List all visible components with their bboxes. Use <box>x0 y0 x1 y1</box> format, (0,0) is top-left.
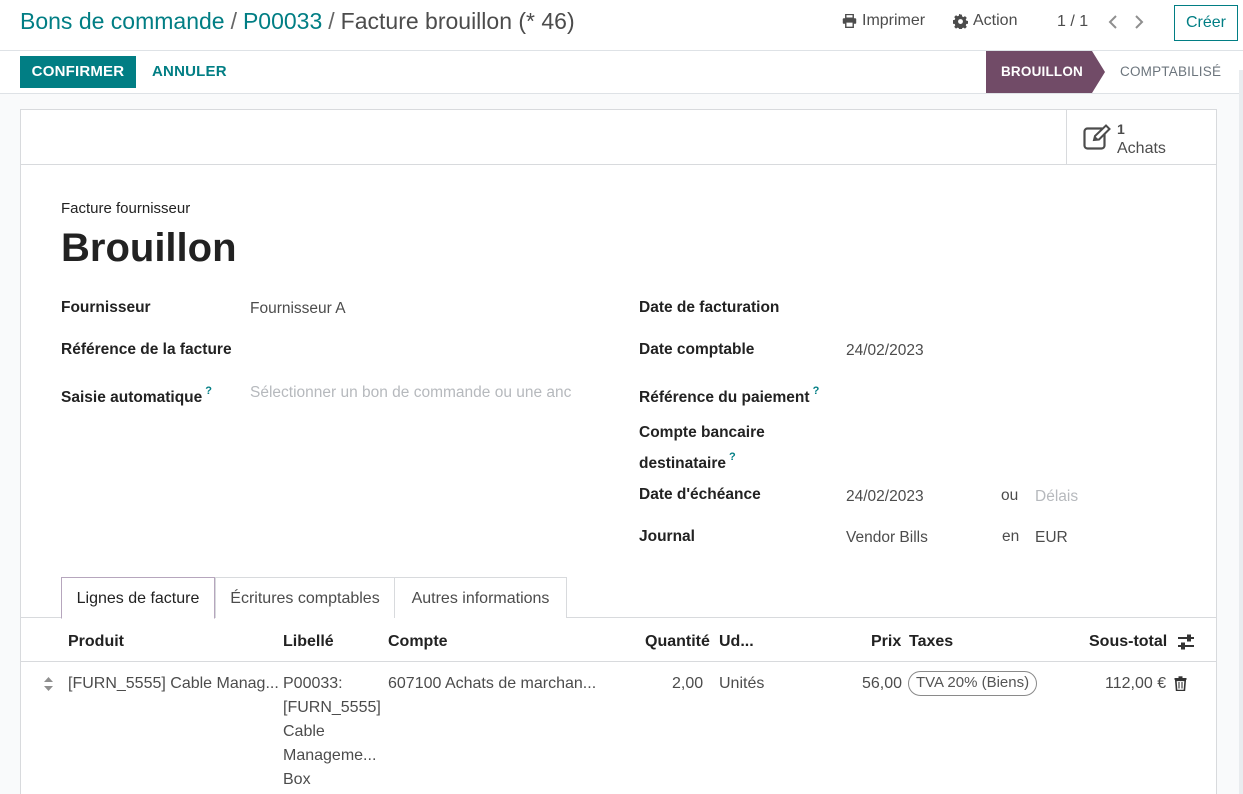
column-header-uom[interactable]: Ud... <box>719 631 754 653</box>
help-icon[interactable]: ? <box>813 385 820 397</box>
status-bar: CONFIRMER ANNULER BROUILLON COMPTABILISÉ <box>0 51 1243 94</box>
cancel-button[interactable]: ANNULER <box>152 56 227 88</box>
purchases-count: 1 <box>1117 121 1125 137</box>
bank-account-label-line2: destinataire? <box>639 445 736 476</box>
chevron-left-icon <box>1108 15 1117 29</box>
journal-label: Journal <box>639 528 695 545</box>
vendor-field[interactable]: Fournisseur A <box>250 297 346 321</box>
breadcrumb-purchase-orders[interactable]: Bons de commande <box>20 8 225 34</box>
bank-account-label-line1: Compte bancaire <box>639 424 765 441</box>
column-header-quantity[interactable]: Quantité <box>645 631 710 653</box>
tab-invoice-lines[interactable]: Lignes de facture <box>61 577 215 619</box>
column-header-taxes[interactable]: Taxes <box>909 631 953 653</box>
breadcrumb-po[interactable]: P00033 <box>243 8 322 34</box>
column-header-subtotal[interactable]: Sous-total <box>1089 631 1167 653</box>
stage-draft[interactable]: BROUILLON <box>986 51 1106 93</box>
purchases-smart-button[interactable]: 1 Achats <box>1066 110 1216 164</box>
control-panel: Bons de commande / P00033/Facture brouillo… <box>0 0 1243 51</box>
column-header-price[interactable]: Prix <box>871 631 901 653</box>
edit-icon <box>1083 124 1111 150</box>
pager-next-button[interactable] <box>1132 13 1148 31</box>
cell-uom[interactable]: Unités <box>719 672 764 696</box>
breadcrumb: Bons de commande / P00033/Facture brouillo… <box>20 8 575 35</box>
auto-complete-field[interactable]: Sélectionner un bon de commande ou une a… <box>250 381 571 405</box>
column-header-product[interactable]: Produit <box>68 631 124 653</box>
stage-posted[interactable]: COMPTABILISÉ <box>1120 51 1221 93</box>
payment-terms-field[interactable]: Délais <box>1035 485 1078 509</box>
column-header-account[interactable]: Compte <box>388 631 448 653</box>
accounting-date-label: Date comptable <box>639 341 755 358</box>
print-button[interactable]: Imprimer <box>842 12 925 30</box>
cell-label-line: Manageme... <box>283 747 377 764</box>
cell-label-line: Box <box>283 771 311 788</box>
action-label: Action <box>973 12 1018 29</box>
breadcrumb-separator: / <box>230 8 237 34</box>
cell-quantity[interactable]: 2,00 <box>672 672 703 696</box>
vendor-label: Fournisseur <box>61 299 151 316</box>
tab-journal-items[interactable]: Écritures comptables <box>215 577 395 618</box>
cell-account[interactable]: 607100 Achats de marchan... <box>388 672 596 696</box>
cell-subtotal: 112,00 € <box>1105 675 1167 692</box>
payment-reference-field[interactable] <box>846 379 1176 403</box>
cell-label-line: [FURN_5555] <box>283 699 381 716</box>
invoice-date-label: Date de facturation <box>639 299 780 316</box>
drag-handle[interactable] <box>43 676 54 696</box>
document-type: Facture fournisseur <box>61 200 191 217</box>
bank-account-field[interactable] <box>846 421 1176 445</box>
create-button[interactable]: Créer <box>1174 5 1238 41</box>
chevron-right-icon <box>1135 15 1144 29</box>
due-date-label: Date d'échéance <box>639 486 761 503</box>
confirm-button[interactable]: CONFIRMER <box>20 56 136 88</box>
cell-price[interactable]: 56,00 <box>862 672 902 696</box>
smart-button-box: 1 Achats <box>21 110 1216 165</box>
payment-reference-label-text: Référence du paiement <box>639 389 810 406</box>
cell-product[interactable]: [FURN_5555] Cable Manag... <box>68 672 279 696</box>
purchases-label: Achats <box>1117 140 1166 157</box>
delete-line-button[interactable] <box>1174 676 1187 695</box>
invoice-date-field[interactable] <box>846 296 1176 320</box>
gear-icon <box>953 13 968 29</box>
bill-reference-field[interactable] <box>250 338 590 362</box>
pager-value[interactable]: 1 / 1 <box>1057 13 1088 31</box>
bill-reference-label: Référence de la facture <box>61 341 232 358</box>
journal-field[interactable]: Vendor Bills <box>846 526 928 550</box>
tax-badge[interactable]: TVA 20% (Biens) <box>908 671 1038 696</box>
sliders-icon <box>1178 634 1194 650</box>
breadcrumb-current: Facture brouillon (* 46) <box>340 8 575 34</box>
tab-other-info[interactable]: Autres informations <box>394 577 567 618</box>
auto-complete-label: Saisie automatique? <box>61 379 212 410</box>
due-date-field[interactable]: 24/02/2023 <box>846 485 924 509</box>
cell-label[interactable]: P00033: [FURN_5555] Cable Manageme... Bo… <box>283 672 381 792</box>
help-icon[interactable]: ? <box>729 451 736 463</box>
pager-previous-button[interactable] <box>1106 13 1122 31</box>
accounting-date-field[interactable]: 24/02/2023 <box>846 339 924 363</box>
stage-draft-label: BROUILLON <box>1000 64 1084 79</box>
action-button[interactable]: Action <box>953 12 1017 30</box>
optional-columns-button[interactable] <box>1177 633 1195 655</box>
breadcrumb-separator: / <box>328 8 335 34</box>
sort-handle-icon <box>44 677 53 691</box>
scrollbar[interactable] <box>1239 70 1243 794</box>
cell-label-line: Cable <box>283 723 325 740</box>
cell-label-line: P00033: <box>283 675 343 692</box>
auto-complete-label-text: Saisie automatique <box>61 389 203 406</box>
due-date-or-text: ou <box>1001 487 1019 504</box>
page-title: Brouillon <box>61 226 237 270</box>
bank-account-label-text: destinataire <box>639 455 727 472</box>
column-header-label[interactable]: Libellé <box>283 631 334 653</box>
payment-reference-label: Référence du paiement? <box>639 379 819 410</box>
table-header-divider <box>21 661 1216 662</box>
journal-in-text: en <box>1002 528 1020 545</box>
print-label: Imprimer <box>862 12 926 29</box>
printer-icon <box>842 14 857 28</box>
trash-icon <box>1174 676 1187 692</box>
help-icon[interactable]: ? <box>205 385 212 397</box>
currency-field[interactable]: EUR <box>1035 526 1068 550</box>
